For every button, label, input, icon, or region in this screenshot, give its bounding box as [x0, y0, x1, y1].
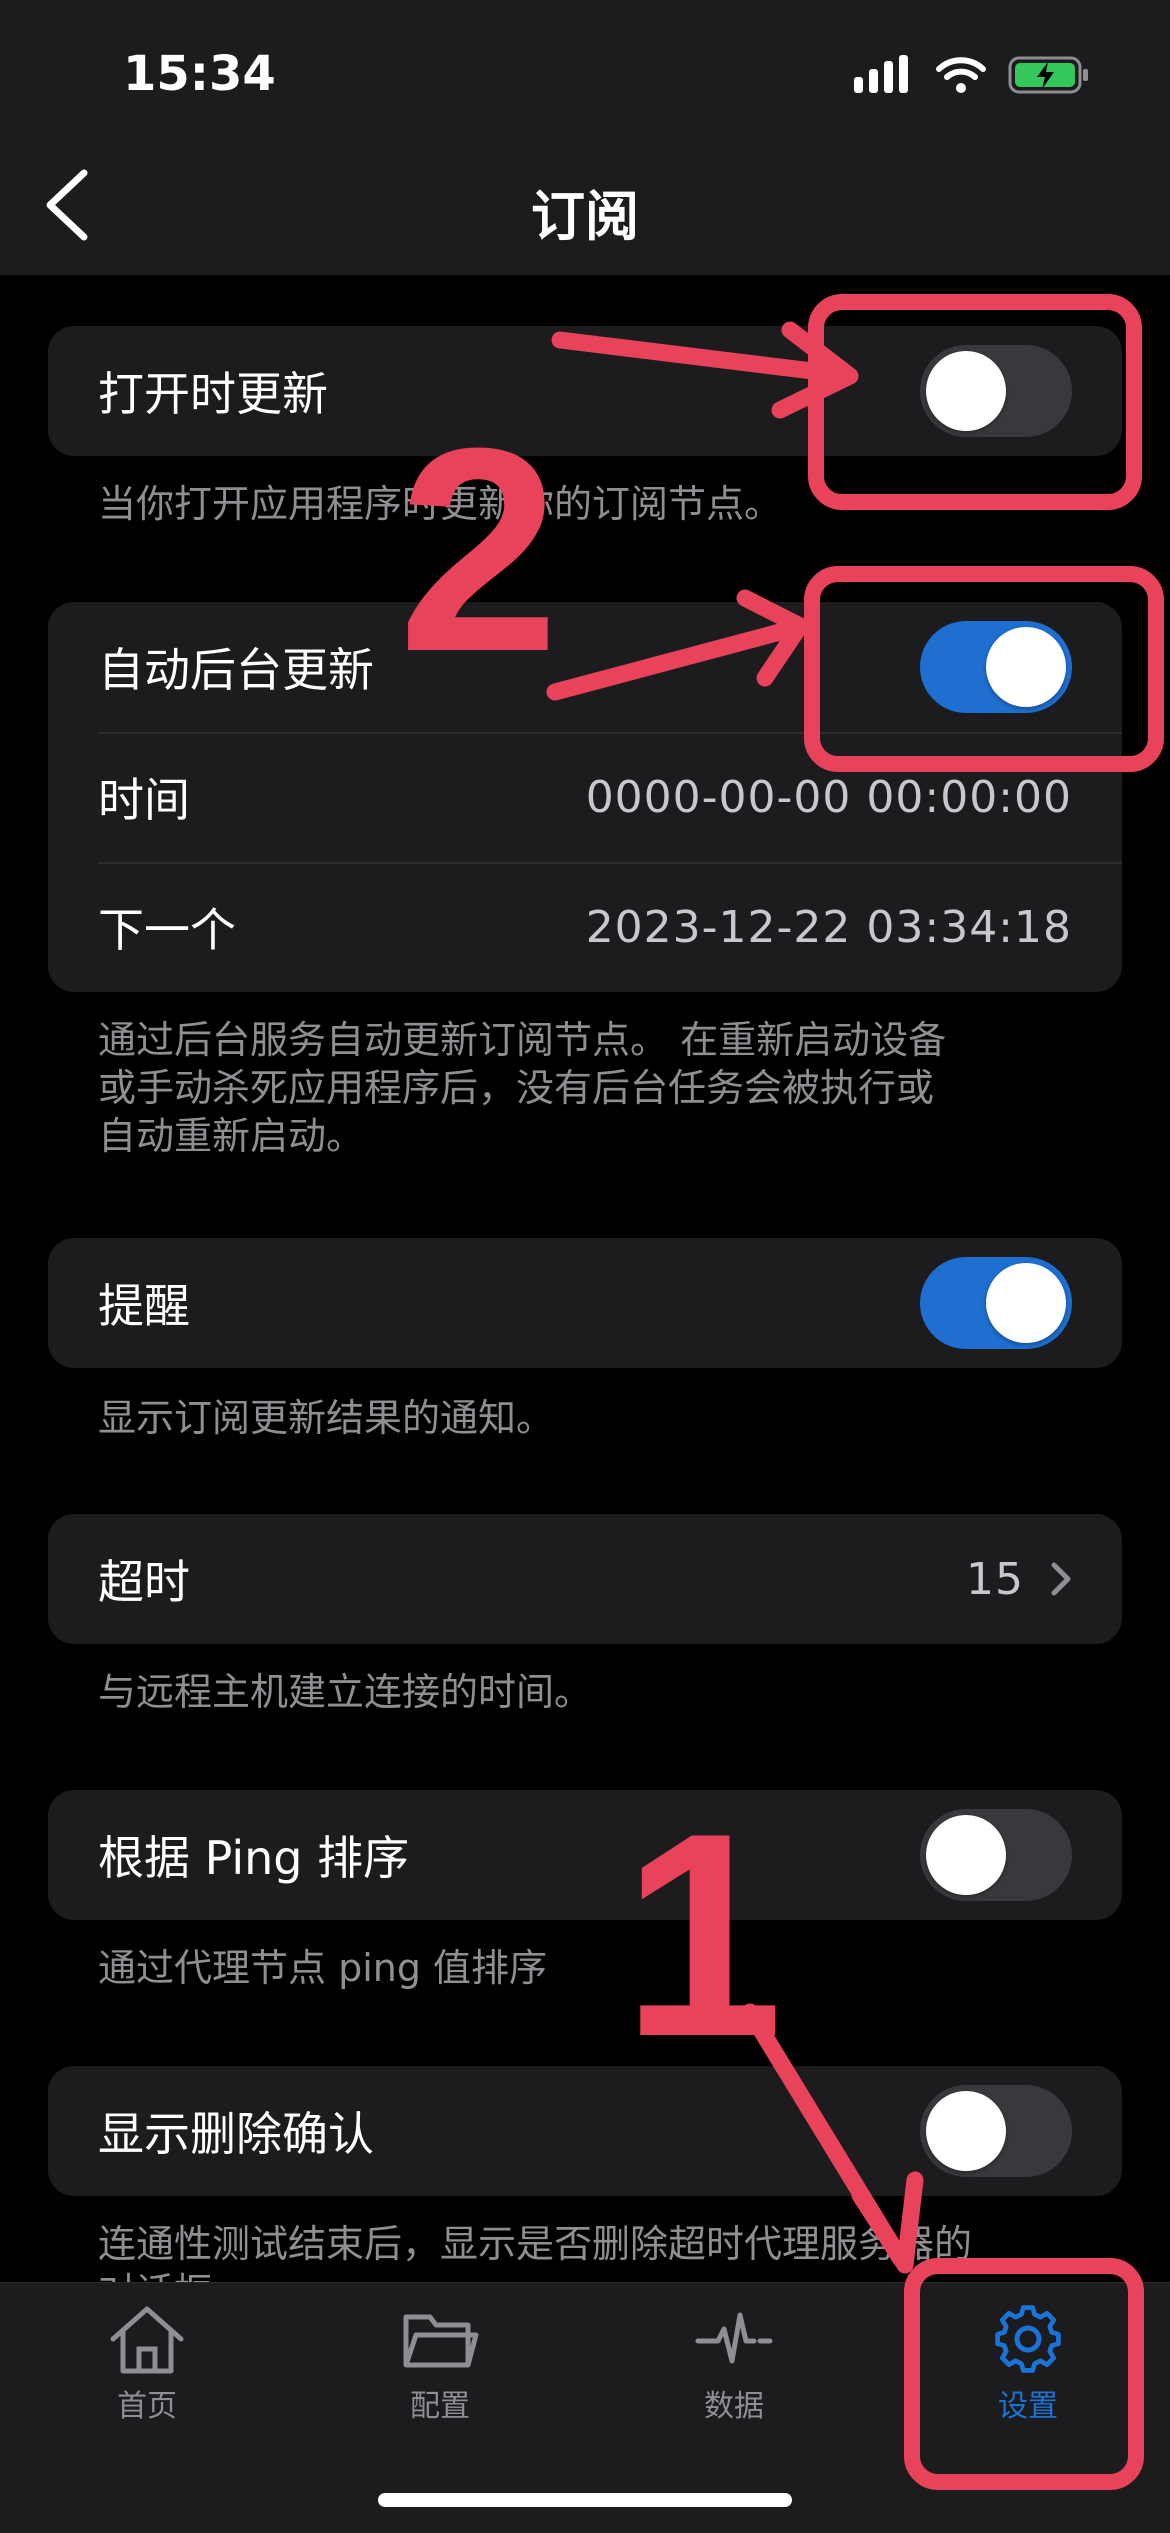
toggle-knob: [986, 1263, 1066, 1343]
tab-label: 首页: [117, 2389, 177, 2424]
timeout-group: 超时 15: [48, 1514, 1122, 1644]
signal-icon: [854, 55, 908, 93]
ping-sort-footnote: 通过代理节点 ping 值排序: [98, 1946, 548, 1990]
toggle-knob: [926, 1815, 1006, 1895]
row-divider: [98, 862, 1122, 864]
tab-data[interactable]: 数据: [634, 2303, 834, 2425]
tab-label: 数据: [704, 2389, 764, 2424]
ping-sort-label: 根据 Ping 排序: [98, 1831, 410, 1885]
next-row: 下一个 2023-12-22 03:34:18: [48, 862, 1122, 992]
remind-row[interactable]: 提醒: [48, 1238, 1122, 1368]
home-indicator: [378, 2493, 792, 2507]
annotation-box-settings-tab: [904, 2258, 1144, 2490]
timeout-label: 超时: [98, 1555, 190, 1609]
annotation-number-1: 1: [622, 1773, 784, 2097]
home-icon: [110, 2306, 184, 2374]
folder-icon: [403, 2314, 479, 2368]
pulse-icon: [695, 2312, 773, 2364]
annotation-box-auto-background: [804, 566, 1164, 772]
time-label: 时间: [98, 773, 190, 827]
ping-sort-toggle[interactable]: [920, 1809, 1072, 1901]
tab-config[interactable]: 配置: [340, 2303, 540, 2425]
battery-charging-icon: [1008, 56, 1088, 94]
time-value: 0000-00-00 00:00:00: [585, 771, 1072, 823]
auto-background-footnote: 通过后台服务自动更新订阅节点。 在重新启动设备 或手动杀死应用程序后，没有后台任…: [98, 1016, 1058, 1160]
delete-confirm-row[interactable]: 显示删除确认: [48, 2066, 1122, 2196]
timeout-footnote: 与远程主机建立连接的时间。: [98, 1670, 593, 1714]
delete-confirm-label: 显示删除确认: [98, 2107, 374, 2161]
footnote-line: 连通性测试结束后，显示是否删除超时代理服务器的: [98, 2222, 973, 2266]
ping-sort-row[interactable]: 根据 Ping 排序: [48, 1790, 1122, 1920]
auto-background-label: 自动后台更新: [98, 643, 374, 697]
footnote-line: 自动重新启动。: [98, 1114, 365, 1158]
top-bar: 15:34 订阅: [0, 0, 1170, 275]
annotation-number-2: 2: [398, 388, 560, 712]
toggle-knob: [926, 2091, 1006, 2171]
annotation-box-open-update: [808, 294, 1142, 510]
remind-label: 提醒: [98, 1279, 190, 1333]
footnote-line: 或手动杀死应用程序后，没有后台任务会被执行或: [98, 1066, 935, 1110]
tab-label: 配置: [410, 2389, 470, 2424]
remind-footnote: 显示订阅更新结果的通知。: [98, 1396, 555, 1440]
chevron-right-icon: [1051, 1562, 1071, 1596]
tab-home[interactable]: 首页: [47, 2303, 247, 2425]
wifi-icon: [936, 57, 986, 93]
page-title: 订阅: [531, 185, 639, 248]
status-time: 15:34: [123, 46, 276, 102]
timeout-row[interactable]: 超时 15: [48, 1514, 1122, 1644]
remind-toggle[interactable]: [920, 1257, 1072, 1349]
next-label: 下一个: [98, 903, 236, 957]
next-value: 2023-12-22 03:34:18: [585, 901, 1072, 953]
open-update-label: 打开时更新: [98, 367, 328, 421]
ping-sort-group: 根据 Ping 排序: [48, 1790, 1122, 1920]
timeout-value: 15: [966, 1553, 1024, 1605]
status-icons: [854, 54, 1090, 96]
delete-confirm-group: 显示删除确认: [48, 2066, 1122, 2196]
footnote-line: 通过后台服务自动更新订阅节点。 在重新启动设备: [98, 1018, 947, 1062]
remind-group: 提醒: [48, 1238, 1122, 1368]
delete-confirm-toggle[interactable]: [920, 2085, 1072, 2177]
